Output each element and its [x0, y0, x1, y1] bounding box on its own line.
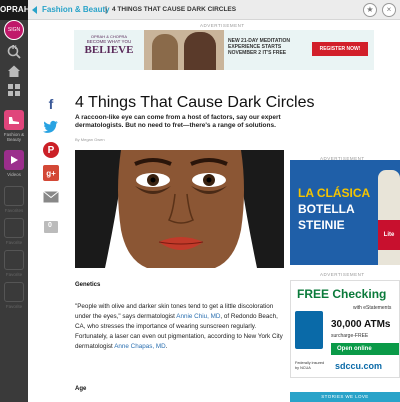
ad-brand-block: OPRAH & CHOPRA BECOME WHAT YOU BELIEVE [74, 30, 144, 70]
ad-text: NEW 21-DAY MEDITATION EXPERIENCE STARTS … [228, 38, 291, 56]
googleplus-glyph: g+ [46, 168, 56, 178]
top-bar: Fashion & Beauty | 4 THINGS THAT CAUSE D… [28, 0, 400, 20]
sidebar-item-label: Fashion & Beauty [3, 132, 25, 142]
ad-person-image [184, 32, 216, 70]
comments-button[interactable]: 0 [43, 219, 59, 235]
facebook-icon: f [48, 96, 54, 112]
bank-ncua-note: Federally insured by NCUA [295, 361, 325, 370]
paragraph-text: . [165, 343, 168, 350]
bank-logo: sdccu.com [335, 361, 383, 371]
blank-icon [4, 282, 24, 302]
app-sidebar: OPRAH SIGN IN Fashion & Beauty Videos Fa… [0, 0, 28, 402]
pinterest-share-button[interactable]: P [43, 142, 59, 158]
bank-ad-sub: with eStatements [353, 305, 392, 311]
shoe-icon [4, 110, 24, 130]
hero-illustration [75, 150, 284, 268]
article-dek: A raccoon-like eye can come from a host … [75, 114, 281, 129]
pinterest-icon: P [43, 142, 59, 158]
sidebar-item-favorite[interactable]: Favorite [2, 282, 26, 309]
sidebar-item-label: Favorite [5, 304, 23, 309]
open-online-button[interactable]: Open online [331, 343, 399, 355]
ad-tagline-big: BELIEVE [84, 44, 134, 56]
breadcrumb-separator: | [105, 5, 108, 14]
play-icon [4, 150, 24, 170]
sidebar-item-label: Favorite [5, 272, 23, 277]
pinterest-glyph: P [47, 144, 55, 156]
email-icon [43, 191, 59, 203]
sign-in-button[interactable]: SIGN IN [4, 20, 24, 51]
oprah-logo[interactable]: OPRAH [0, 0, 28, 20]
sidebar-item-label: Favorite [5, 240, 23, 245]
email-share-button[interactable] [43, 189, 59, 205]
bank-ad-surcharge: surcharge-FREE [331, 333, 369, 339]
breadcrumb-section[interactable]: Fashion & Beauty [42, 5, 110, 14]
section-heading-age: Age [75, 386, 87, 392]
bank-ad[interactable]: FREE Checking with eStatements 30,000 AT… [290, 280, 400, 378]
googleplus-share-button[interactable]: g+ [43, 165, 59, 181]
star-icon[interactable]: ★ [363, 3, 377, 17]
sidebar-item-label: Videos [7, 172, 21, 177]
sidebar-item-favorite[interactable]: Favorite [2, 218, 26, 245]
ad-person-image [152, 34, 178, 70]
bank-ad-atm: 30,000 ATMs [331, 319, 391, 330]
comment-icon: 0 [44, 221, 58, 233]
googleplus-icon: g+ [43, 165, 59, 181]
sidebar-item-favorite[interactable]: Favorite [2, 250, 26, 277]
home-icon[interactable] [6, 63, 22, 79]
sidebar-item-videos[interactable]: Videos [2, 150, 26, 177]
ad-label: ADVERTISEMENT [200, 23, 245, 28]
beer-ad-line: BOTELLA [298, 202, 355, 216]
bank-card-image [295, 311, 323, 349]
beer-ad-line: LA CLÁSICA [298, 186, 371, 200]
stories-we-love-bar[interactable]: STORIES WE LOVE [290, 392, 400, 402]
bank-ad-headline: FREE Checking [297, 287, 387, 301]
page-title: 4 THINGS THAT CAUSE DARK CIRCLES [112, 6, 237, 13]
beer-ad[interactable]: LA CLÁSICA BOTELLA STEINIE Lite [290, 160, 400, 265]
link-anne-chapas[interactable]: Anne Chapas, MD [114, 343, 165, 350]
article-title: 4 Things That Cause Dark Circles [75, 94, 315, 111]
back-arrow-icon[interactable] [32, 6, 37, 14]
link-annie-chiu[interactable]: Annie Chiu, MD [176, 313, 220, 320]
close-icon[interactable]: × [382, 3, 396, 17]
sidebar-item-favorite[interactable]: Favorites [2, 186, 26, 213]
section-heading-genetics: Genetics [75, 282, 101, 288]
top-banner-ad[interactable]: OPRAH & CHOPRA BECOME WHAT YOU BELIEVE N… [74, 30, 374, 70]
article-paragraph: "People with olive and darker skin tones… [75, 302, 287, 352]
search-icon[interactable] [6, 44, 22, 60]
register-now-button[interactable]: REGISTER NOW! [312, 42, 368, 56]
facebook-share-button[interactable]: f [43, 96, 59, 112]
comment-count: 0 [48, 222, 52, 229]
blank-icon [4, 250, 24, 270]
beer-bottle-image [378, 170, 400, 265]
beer-ad-line: STEINIE [298, 218, 345, 232]
sidebar-item-fashion-beauty[interactable]: Fashion & Beauty [2, 110, 26, 142]
ad-label: ADVERTISEMENT [320, 272, 365, 277]
blank-icon [4, 218, 24, 238]
twitter-share-button[interactable] [43, 119, 59, 135]
beer-brand-label: Lite [378, 220, 400, 250]
ad-photo [144, 30, 224, 70]
blank-icon [4, 186, 24, 206]
sidebar-item-label: Favorites [4, 208, 24, 213]
twitter-icon [43, 120, 58, 133]
grid-icon[interactable] [6, 82, 22, 98]
byline: By Megan Gwen [75, 137, 105, 142]
